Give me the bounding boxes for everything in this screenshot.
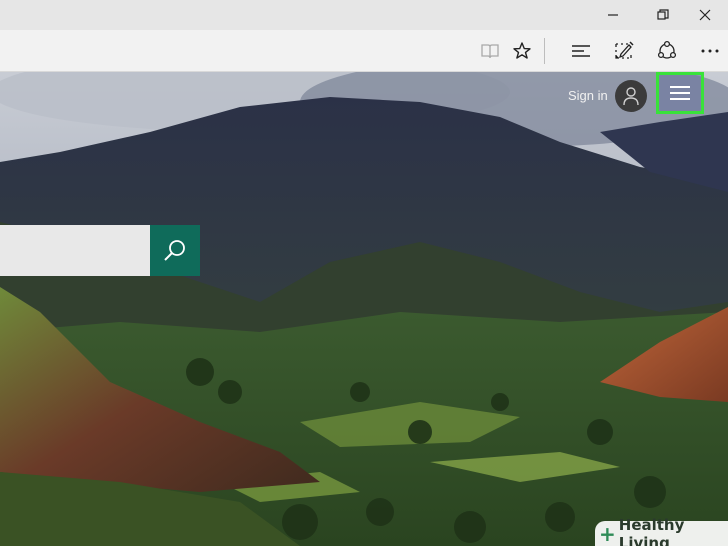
profile-avatar[interactable] [615, 80, 647, 112]
title-bar [0, 0, 728, 30]
favorites-button[interactable] [506, 36, 538, 66]
plus-icon: + [599, 522, 616, 546]
hub-icon [572, 45, 590, 57]
minimize-button[interactable] [590, 0, 636, 30]
reading-view-button[interactable] [474, 36, 506, 66]
hamburger-menu-button[interactable] [656, 72, 704, 114]
sign-in-link[interactable]: Sign in [568, 88, 608, 104]
search-input[interactable] [0, 225, 150, 276]
background-landscape-image [0, 72, 728, 546]
close-button[interactable] [682, 0, 728, 30]
hub-button[interactable] [565, 36, 597, 66]
search-icon [164, 239, 185, 261]
bing-homepage: Sign in + Healthy Living [0, 72, 728, 546]
user-icon [623, 87, 639, 106]
search-button[interactable] [150, 225, 200, 276]
watermark-badge: + Healthy Living [595, 516, 728, 546]
minimize-icon [608, 14, 618, 16]
close-icon [699, 9, 711, 21]
reading-view-icon [481, 44, 499, 59]
more-button[interactable] [694, 36, 726, 66]
toolbar-separator [544, 38, 545, 64]
share-button[interactable] [651, 36, 683, 66]
watermark-text: Healthy Living [618, 516, 685, 546]
share-icon [657, 40, 677, 59]
restore-icon [657, 9, 669, 20]
hamburger-menu-icon [670, 86, 690, 100]
browser-toolbar [0, 30, 728, 72]
web-note-icon [615, 41, 634, 59]
more-icon [701, 49, 719, 53]
web-note-button[interactable] [608, 36, 640, 66]
restore-button[interactable] [640, 0, 686, 30]
favorites-star-icon [513, 42, 531, 59]
